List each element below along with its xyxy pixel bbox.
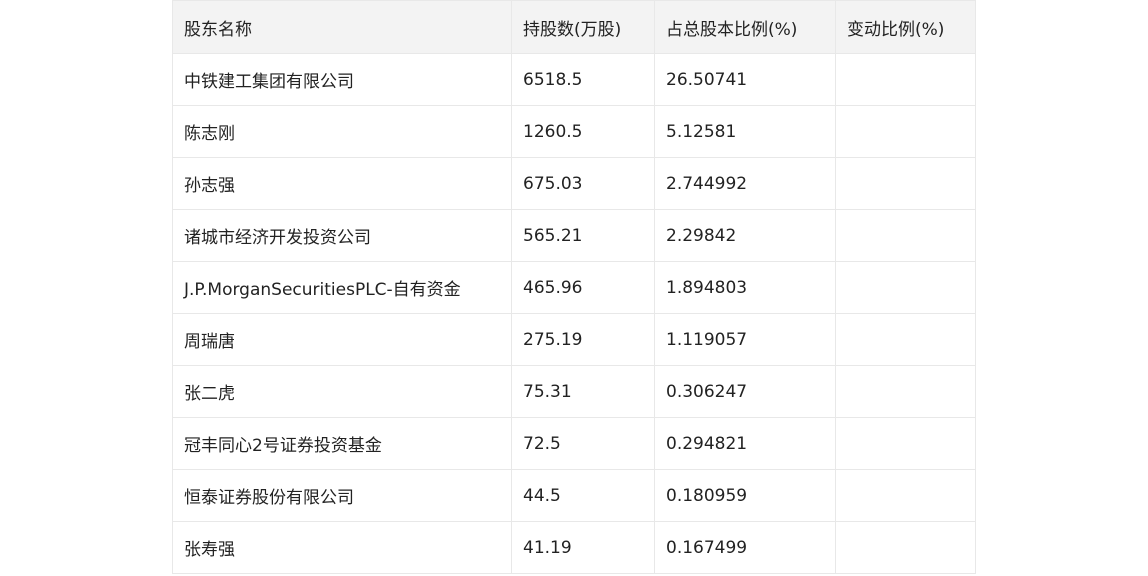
cell-share-ratio: 0.167499	[654, 521, 836, 574]
table-row: 陈志刚 1260.5 5.12581	[172, 105, 976, 158]
shareholder-table-container: 股东名称 持股数(万股) 占总股本比例(%) 变动比例(%) 中铁建工集团有限公…	[172, 0, 976, 574]
cell-share-ratio: 1.119057	[654, 313, 836, 366]
cell-shareholder-name: 诸城市经济开发投资公司	[172, 209, 512, 262]
cell-shareholder-name: 孙志强	[172, 157, 512, 210]
cell-change-ratio	[835, 313, 976, 366]
cell-shares-held: 72.5	[511, 417, 655, 470]
cell-shares-held: 44.5	[511, 469, 655, 522]
cell-change-ratio	[835, 209, 976, 262]
cell-share-ratio: 2.744992	[654, 157, 836, 210]
cell-change-ratio	[835, 261, 976, 314]
header-share-ratio: 占总股本比例(%)	[654, 0, 836, 54]
cell-shareholder-name: 中铁建工集团有限公司	[172, 53, 512, 106]
cell-shares-held: 75.31	[511, 365, 655, 418]
header-shares-held: 持股数(万股)	[511, 0, 655, 54]
table-row: 周瑞唐 275.19 1.119057	[172, 313, 976, 366]
cell-shareholder-name: 张二虎	[172, 365, 512, 418]
shareholder-table: 股东名称 持股数(万股) 占总股本比例(%) 变动比例(%) 中铁建工集团有限公…	[172, 0, 976, 574]
cell-shares-held: 1260.5	[511, 105, 655, 158]
cell-change-ratio	[835, 157, 976, 210]
cell-shareholder-name: 恒泰证券股份有限公司	[172, 469, 512, 522]
cell-share-ratio: 0.294821	[654, 417, 836, 470]
table-row: 中铁建工集团有限公司 6518.5 26.50741	[172, 53, 976, 106]
header-shareholder-name: 股东名称	[172, 0, 512, 54]
table-header-row: 股东名称 持股数(万股) 占总股本比例(%) 变动比例(%)	[172, 0, 976, 54]
cell-shares-held: 6518.5	[511, 53, 655, 106]
cell-share-ratio: 0.180959	[654, 469, 836, 522]
cell-shares-held: 465.96	[511, 261, 655, 314]
cell-change-ratio	[835, 53, 976, 106]
table-row: 张寿强 41.19 0.167499	[172, 521, 976, 574]
cell-shares-held: 565.21	[511, 209, 655, 262]
cell-change-ratio	[835, 105, 976, 158]
table-row: 恒泰证券股份有限公司 44.5 0.180959	[172, 469, 976, 522]
cell-shares-held: 41.19	[511, 521, 655, 574]
cell-shareholder-name: 张寿强	[172, 521, 512, 574]
cell-change-ratio	[835, 365, 976, 418]
cell-share-ratio: 26.50741	[654, 53, 836, 106]
cell-shares-held: 275.19	[511, 313, 655, 366]
cell-shareholder-name: 冠丰同心2号证券投资基金	[172, 417, 512, 470]
cell-share-ratio: 1.894803	[654, 261, 836, 314]
table-row: 冠丰同心2号证券投资基金 72.5 0.294821	[172, 417, 976, 470]
cell-share-ratio: 2.29842	[654, 209, 836, 262]
header-change-ratio: 变动比例(%)	[835, 0, 976, 54]
table-row: J.P.MorganSecuritiesPLC-自有资金 465.96 1.89…	[172, 261, 976, 314]
cell-share-ratio: 5.12581	[654, 105, 836, 158]
cell-shareholder-name: 周瑞唐	[172, 313, 512, 366]
cell-share-ratio: 0.306247	[654, 365, 836, 418]
table-row: 张二虎 75.31 0.306247	[172, 365, 976, 418]
cell-change-ratio	[835, 521, 976, 574]
cell-change-ratio	[835, 417, 976, 470]
table-row: 孙志强 675.03 2.744992	[172, 157, 976, 210]
cell-shareholder-name: 陈志刚	[172, 105, 512, 158]
cell-change-ratio	[835, 469, 976, 522]
cell-shares-held: 675.03	[511, 157, 655, 210]
cell-shareholder-name: J.P.MorganSecuritiesPLC-自有资金	[172, 261, 512, 314]
table-row: 诸城市经济开发投资公司 565.21 2.29842	[172, 209, 976, 262]
